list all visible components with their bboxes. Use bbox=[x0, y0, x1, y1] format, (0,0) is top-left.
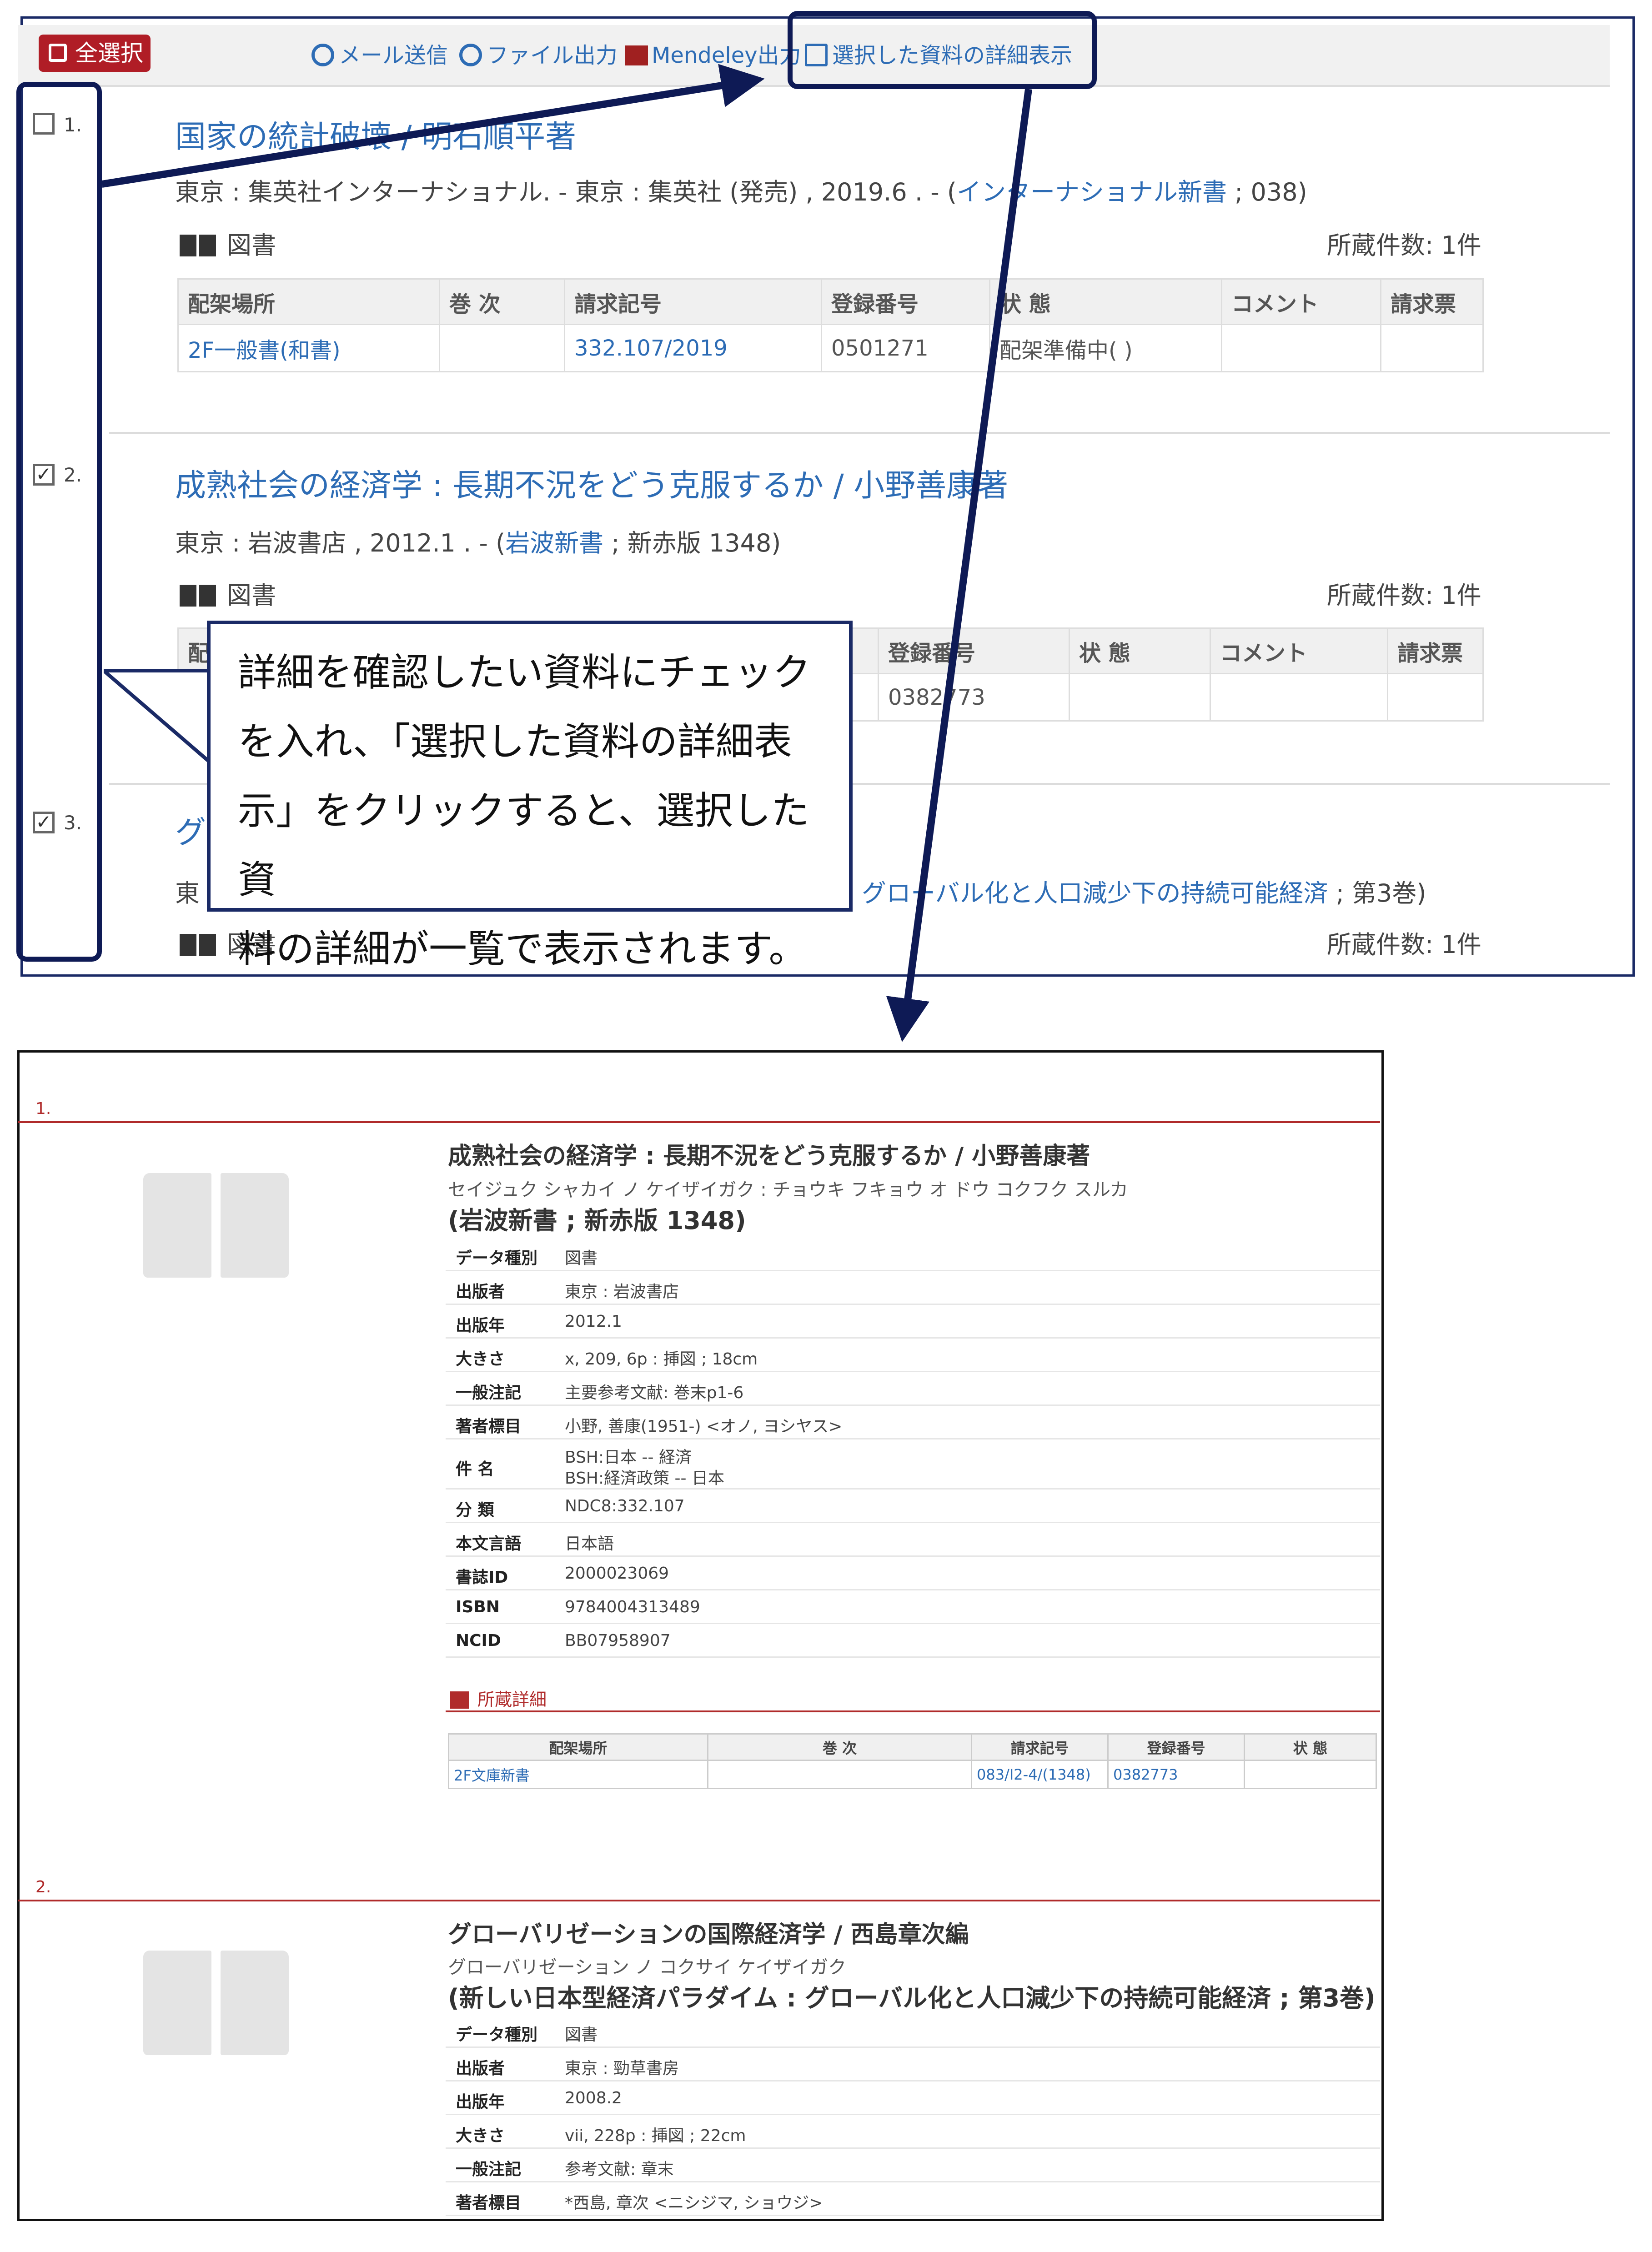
detail-title: 成熟社会の経済学 : 長期不況をどう克服するか / 小野善康著 bbox=[448, 1143, 1090, 1170]
table-header-row: 配架場所巻 次請求記号 登録番号状 態 bbox=[448, 1733, 1377, 1761]
detail-row: 本文言語 日本語 bbox=[446, 1523, 1380, 1557]
detail-index: 2. bbox=[35, 1878, 51, 1896]
detail-row: NCID BB07958907 bbox=[446, 1624, 1380, 1658]
book-cover-icon bbox=[143, 1173, 289, 1278]
detail-row: 大きさ x, 209, 6p : 挿図 ; 18cm bbox=[446, 1339, 1380, 1372]
detail-index: 1. bbox=[35, 1099, 51, 1118]
annotation-arrows bbox=[101, 64, 1032, 1042]
detail-kana: グローバリゼーション ノ コクサイ ケイザイガク bbox=[448, 1957, 847, 1978]
book-cover-icon bbox=[143, 1951, 289, 2055]
detail-row: ISBN 9784004313489 bbox=[446, 1590, 1380, 1624]
detail-row: 著者標目 *西島, 章次 <ニシジマ, ショウジ> bbox=[446, 2182, 1380, 2216]
detail-row: 出版年 2008.2 bbox=[446, 2081, 1380, 2115]
detail-row: 大きさ vii, 228p : 挿図 ; 22cm bbox=[446, 2115, 1380, 2149]
item-separator bbox=[18, 1900, 1380, 1901]
holdings-icon bbox=[450, 1691, 469, 1709]
detail-row: 分 類 NDC8:332.107 bbox=[446, 1490, 1380, 1523]
table-row: 2F文庫新書 083/I2-4/(1348) 0382773 bbox=[448, 1760, 1377, 1789]
detail-row: 件 名 BSH:日本 -- 経済 BSH:経済政策 -- 日本 bbox=[446, 1439, 1380, 1490]
detail-series: (岩波新書 ; 新赤版 1348) bbox=[448, 1206, 746, 1235]
call-number-link[interactable]: 083/I2-4/(1348) bbox=[971, 1760, 1109, 1789]
detail-row: データ種別 図書 bbox=[446, 1238, 1380, 1271]
detail-row: 一般注記 参考文献: 章末 bbox=[446, 2149, 1380, 2182]
detail-series: (新しい日本型経済パラダイム : グローバル化と人口減少下の持続可能経済 ; 第… bbox=[448, 1984, 1376, 2012]
detail-row: 出版者 東京 : 勁草書房 bbox=[446, 2048, 1380, 2081]
holdings-detail-header: 所蔵詳細 bbox=[446, 1687, 1380, 1712]
detail-title: グローバリゼーションの国際経済学 / 西島章次編 bbox=[448, 1921, 969, 1948]
location-link[interactable]: 2F文庫新書 bbox=[448, 1760, 708, 1789]
detail-row: データ種別 図書 bbox=[446, 2014, 1380, 2048]
detail-row: 一般注記 主要参考文献: 巻末p1-6 bbox=[446, 1372, 1380, 1406]
detail-kana: セイジュク シャカイ ノ ケイザイガク : チョウキ フキョウ オ ドウ コクフ… bbox=[448, 1179, 1128, 1200]
item-separator bbox=[18, 1121, 1380, 1123]
registration-link[interactable]: 0382773 bbox=[1107, 1760, 1245, 1789]
detail-row: 出版者 東京 : 岩波書店 bbox=[446, 1271, 1380, 1305]
detail-row: 書誌ID 2000023069 bbox=[446, 1557, 1380, 1590]
detail-row: 著者標目 小野, 善康(1951-) <オノ, ヨシヤス> bbox=[446, 1406, 1380, 1439]
detail-row: 出版年 2012.1 bbox=[446, 1305, 1380, 1339]
detail-holdings-table: 配架場所巻 次請求記号 登録番号状 態 2F文庫新書 083/I2-4/(1348)… bbox=[448, 1733, 1377, 1789]
